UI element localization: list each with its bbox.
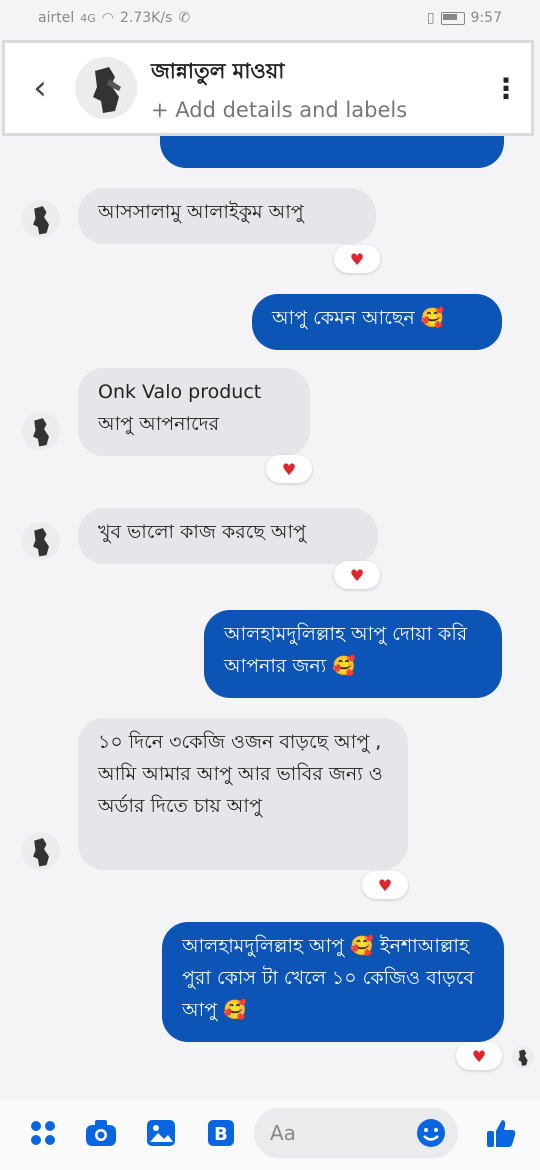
status-right: ▯ 9:57 <box>427 10 502 26</box>
message-bubble[interactable]: আলহামদুলিল্লাহ আপু দোয়া করি আপনার জন্য … <box>204 610 502 698</box>
menu-dots-icon[interactable] <box>26 1116 60 1150</box>
back-button[interactable]: ‹ <box>5 68 75 108</box>
message-bubble[interactable]: আপু কেমন আছেন 🥰 <box>252 294 502 350</box>
heart-reaction-icon[interactable]: ♥ <box>362 871 408 899</box>
contact-avatar <box>22 832 60 870</box>
chat-header: ‹ জান্নাতুল মাওয়া + Add details and lab… <box>2 40 534 136</box>
read-receipt-avatar <box>512 1046 534 1068</box>
emoji-icon[interactable] <box>414 1116 448 1150</box>
add-details-link[interactable]: + Add details and labels <box>151 98 481 122</box>
message-bubble[interactable]: Onk Valo product আপু আপনাদের <box>78 368 310 456</box>
contact-avatar <box>22 522 60 560</box>
like-icon[interactable] <box>484 1116 518 1150</box>
avatar-figure-icon <box>75 57 137 119</box>
heart-reaction-icon[interactable]: ♥ <box>456 1042 502 1070</box>
more-options-icon[interactable]: ⋮ <box>481 72 531 105</box>
header-text: জান্নাতুল মাওয়া + Add details and label… <box>151 55 481 122</box>
call-icon: ✆ <box>178 10 191 26</box>
previous-message-bubble <box>160 136 504 168</box>
heart-reaction-icon[interactable]: ♥ <box>334 561 380 589</box>
gallery-icon[interactable] <box>144 1116 178 1150</box>
heart-reaction-icon[interactable]: ♥ <box>334 245 380 273</box>
avatar[interactable] <box>75 57 137 119</box>
message-input-placeholder: Aa <box>270 1121 296 1145</box>
contact-avatar <box>22 412 60 450</box>
message-bubble[interactable]: ১০ দিনে ৩কেজি ওজন বাড়ছে আপু , আমি আমার … <box>78 718 408 870</box>
camera-icon[interactable] <box>84 1116 118 1150</box>
sticker-icon[interactable]: B <box>204 1116 238 1150</box>
battery-icon <box>440 11 465 25</box>
message-bubble[interactable]: খুব ভালো কাজ করছে আপু <box>78 508 378 564</box>
message-bubble[interactable]: আলহামদুলিল্লাহ আপু 🥰 ইনশাআল্লাহ পুরা কোস… <box>162 922 504 1042</box>
signal-icon: 4G <box>80 11 96 25</box>
contact-name[interactable]: জান্নাতুল মাওয়া <box>151 55 481 90</box>
heart-reaction-icon[interactable]: ♥ <box>266 455 312 483</box>
contact-avatar <box>22 200 60 238</box>
clock: 9:57 <box>470 10 502 26</box>
network-speed: 2.73K/s <box>119 10 173 26</box>
message-bubble[interactable]: আসসালামু আলাইকুম আপু <box>78 188 376 244</box>
status-left: airtel 4G ◠ 2.73K/s ✆ <box>38 10 190 26</box>
message-composer: B Aa <box>0 1100 540 1170</box>
svg-text:B: B <box>214 1124 228 1145</box>
vibrate-icon: ▯ <box>426 10 435 26</box>
carrier-label: airtel <box>38 10 75 26</box>
status-bar: airtel 4G ◠ 2.73K/s ✆ ▯ 9:57 <box>0 0 540 36</box>
wifi-icon: ◠ <box>101 10 114 26</box>
